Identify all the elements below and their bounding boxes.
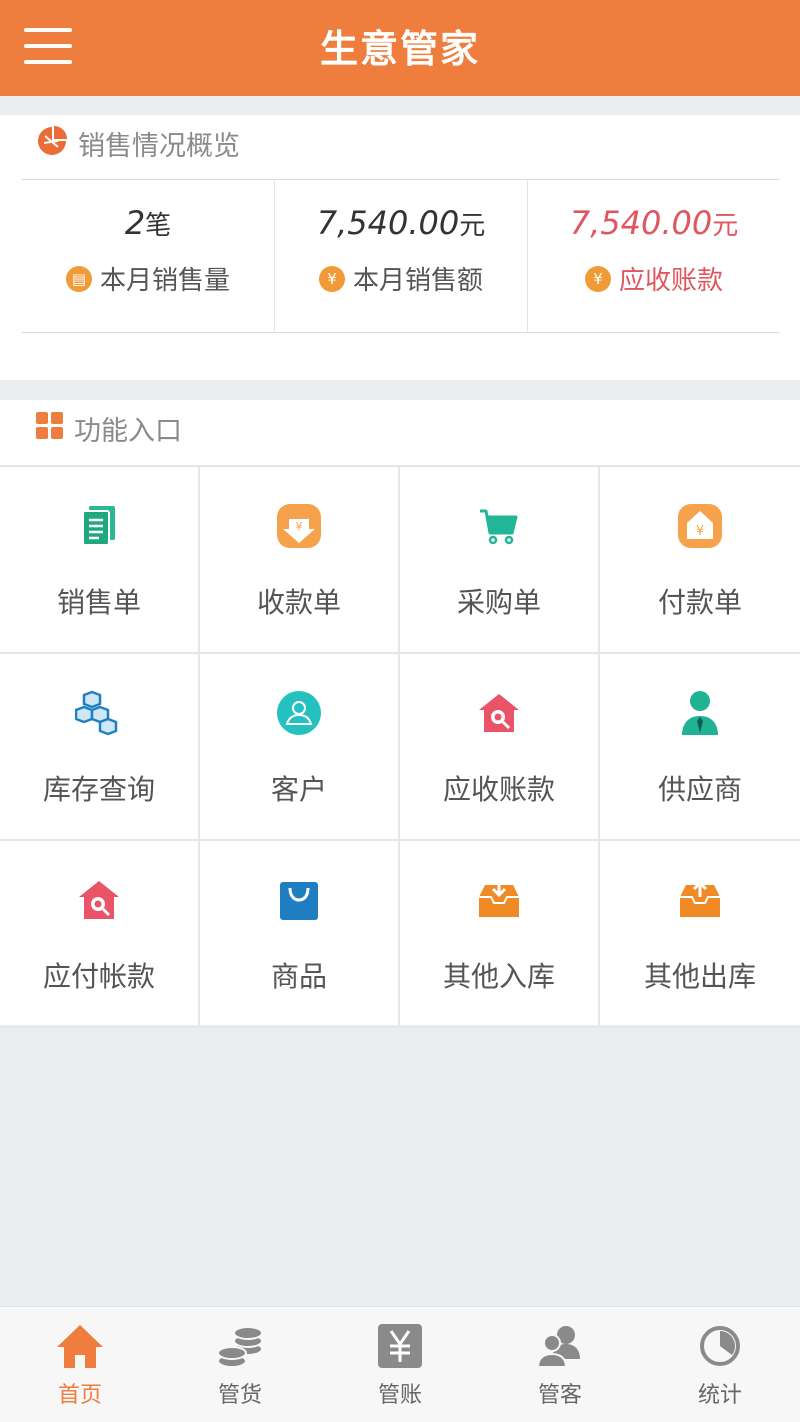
function-label: 应付帐款 [42, 960, 155, 993]
inbox-in-icon [474, 875, 524, 925]
svg-text:¥: ¥ [296, 520, 303, 533]
document-icon [74, 501, 124, 551]
function-receipt-order[interactable]: ¥ 收款单 [200, 467, 400, 654]
stat-label: ▤ 本月销售量 [22, 260, 274, 297]
house-search-icon [74, 875, 124, 925]
tab-label: 统计 [697, 1383, 742, 1408]
shopping-bag-icon [274, 875, 324, 925]
stat-accounts-receivable[interactable]: 7,540.00元 ¥ 应收账款 [528, 180, 780, 332]
pie-chart-icon [36, 125, 68, 161]
house-search-icon [474, 688, 524, 738]
function-label: 销售单 [56, 586, 141, 619]
function-goods[interactable]: 商品 [200, 841, 400, 1028]
stat-value: 2笔 [124, 204, 172, 242]
stat-value: 7,540.00元 [316, 204, 486, 242]
section-title: 功能入口 [74, 415, 182, 447]
overview-stats: 2笔 ▤ 本月销售量 7,540.00元 ¥ 本月销售额 7,540.00元 ¥ 应收… [22, 179, 780, 333]
tab-statistics[interactable]: 统计 [640, 1307, 800, 1422]
function-label: 其他入库 [442, 960, 555, 993]
tab-goods[interactable]: 管货 [160, 1307, 320, 1422]
function-label: 供应商 [657, 773, 742, 806]
yen-box-icon [375, 1321, 425, 1371]
pie-icon [695, 1321, 745, 1371]
function-label: 收款单 [256, 586, 341, 619]
home-icon [55, 1321, 105, 1371]
function-other-stock-in[interactable]: 其他入库 [400, 841, 600, 1028]
function-inventory-query[interactable]: 库存查询 [0, 654, 200, 841]
function-label: 商品 [270, 960, 327, 993]
stat-label: ¥ 应收账款 [528, 260, 780, 297]
tab-label: 管账 [377, 1383, 422, 1408]
sales-overview-header: 销售情况概览 [36, 123, 240, 163]
tab-label: 管客 [537, 1383, 582, 1408]
tab-customers[interactable]: 管客 [480, 1307, 640, 1422]
function-label: 采购单 [456, 586, 541, 619]
function-grid: 销售单 ¥ 收款单 采购单 ¥ 付款单 库存查询 客户 应收账款 供应商 应付帐… [0, 465, 800, 1028]
tab-label: 管货 [217, 1383, 262, 1408]
stat-monthly-sales-amount[interactable]: 7,540.00元 ¥ 本月销售额 [275, 180, 528, 332]
function-purchase-order[interactable]: 采购单 [400, 467, 600, 654]
receive-money-icon: ¥ [274, 501, 324, 551]
tab-home[interactable]: 首页 [0, 1307, 160, 1422]
function-supplier[interactable]: 供应商 [600, 654, 800, 841]
cart-icon [474, 501, 524, 551]
users-icon [535, 1321, 585, 1371]
sales-overview-panel: 销售情况概览 2笔 ▤ 本月销售量 7,540.00元 ¥ 本月销售额 7,540.… [0, 115, 800, 380]
function-label: 付款单 [657, 586, 742, 619]
inbox-out-icon [675, 875, 725, 925]
grid-icon [36, 412, 64, 444]
yen-coin-icon: ¥ [584, 265, 611, 292]
function-label: 其他出库 [643, 960, 756, 993]
function-label: 应收账款 [442, 773, 555, 806]
tab-accounts[interactable]: 管账 [320, 1307, 480, 1422]
function-entry-header: 功能入口 [36, 408, 182, 448]
bottom-tab-bar: 首页 管货 管账 管客 统计 [0, 1306, 800, 1422]
supplier-icon [675, 688, 725, 738]
function-accounts-receivable[interactable]: 应收账款 [400, 654, 600, 841]
stat-monthly-sales-count[interactable]: 2笔 ▤ 本月销售量 [22, 180, 275, 332]
coins-icon [215, 1321, 265, 1371]
function-customer[interactable]: 客户 [200, 654, 400, 841]
function-accounts-payable[interactable]: 应付帐款 [0, 841, 200, 1028]
stat-value: 7,540.00元 [569, 204, 739, 242]
function-payment-order[interactable]: ¥ 付款单 [600, 467, 800, 654]
section-title: 销售情况概览 [78, 130, 240, 162]
function-other-stock-out[interactable]: 其他出库 [600, 841, 800, 1028]
function-sales-order[interactable]: 销售单 [0, 467, 200, 654]
function-entry-panel: 功能入口 销售单 ¥ 收款单 采购单 ¥ 付款单 库存查询 客户 应收账款 供应… [0, 400, 800, 1028]
function-label: 库存查询 [42, 773, 155, 806]
stat-label: ¥ 本月销售额 [275, 260, 527, 297]
svg-text:¥: ¥ [696, 524, 704, 539]
yen-coin-icon: ¥ [318, 265, 345, 292]
receipt-coin-icon: ▤ [65, 265, 92, 292]
function-label: 客户 [270, 773, 327, 806]
pay-money-icon: ¥ [675, 501, 725, 551]
boxes-icon [74, 688, 124, 738]
customer-icon [274, 688, 324, 738]
tab-label: 首页 [57, 1383, 102, 1408]
page-title: 生意管家 [319, 27, 480, 71]
top-bar: 生意管家 [0, 0, 800, 96]
